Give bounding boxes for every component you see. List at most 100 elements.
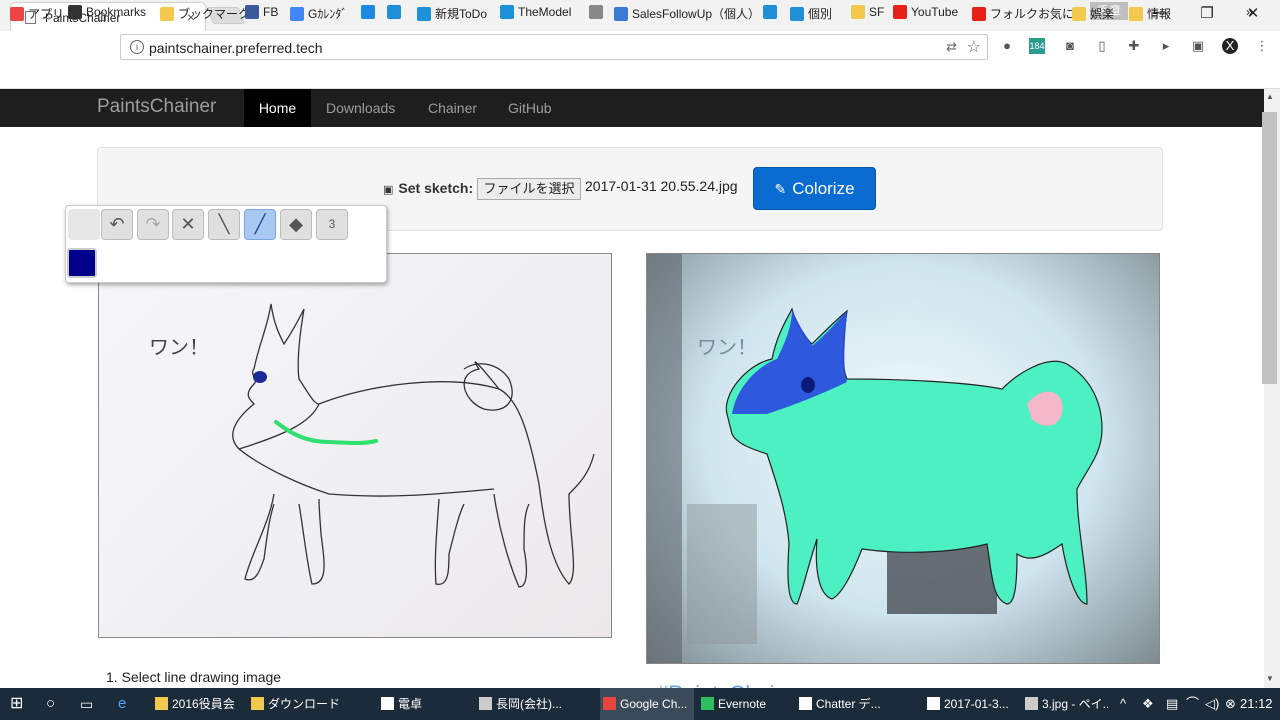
site-brand[interactable]: PaintsChainer	[97, 96, 216, 118]
bookmark-4[interactable]: Gｶﾚﾝﾀﾞ	[290, 5, 347, 22]
cloud-icon	[763, 5, 777, 19]
bookmark-17[interactable]: 情報	[1129, 5, 1171, 22]
folder-icon	[1129, 7, 1143, 21]
window-ext-icon[interactable]: ▣	[1190, 38, 1206, 54]
eraser-tool-button[interactable]: ◆	[280, 209, 312, 240]
scroll-down-icon[interactable]: ▼	[1266, 674, 1274, 683]
folder-icon	[851, 5, 865, 19]
camera-ext-icon[interactable]: ◙	[1062, 38, 1078, 54]
bookmark-6[interactable]	[387, 5, 405, 19]
taskbar-item-3[interactable]: 長岡(会社)...	[476, 688, 594, 720]
cloud-icon	[790, 7, 804, 21]
volume-tray-icon[interactable]: ◁)	[1205, 688, 1219, 720]
clear-button[interactable]: ✕	[172, 209, 204, 240]
info-icon[interactable]: i	[130, 40, 144, 54]
bookmark-star-icon[interactable]: ☆	[967, 37, 981, 57]
puzzle-ext-icon[interactable]: ✚	[1126, 38, 1142, 54]
clip-ext-icon[interactable]: ▯	[1094, 38, 1110, 54]
choose-file-button[interactable]: ファイルを選択	[477, 178, 581, 200]
bookmark-10[interactable]: SalesFollowUp（個人）	[614, 5, 760, 22]
taskbar-item-1[interactable]: ダウンロード	[248, 688, 356, 720]
maximize-button[interactable]: ❐	[1192, 4, 1222, 22]
pen-tool-button[interactable]: ╱	[244, 209, 276, 240]
nav-chainer[interactable]: Chainer	[428, 100, 477, 116]
nav-github[interactable]: GitHub	[508, 100, 552, 116]
x-ext-icon[interactable]: X	[1222, 38, 1238, 54]
app-icon	[927, 697, 940, 710]
bookmark-16[interactable]: 娯楽	[1072, 5, 1114, 22]
bookmark-2[interactable]: ブックマーク	[160, 5, 250, 22]
sketch-canvas[interactable]: ワン！	[98, 253, 612, 638]
scroll-up-icon[interactable]: ▲	[1266, 92, 1274, 101]
taskbar-item-5[interactable]: Evernote	[698, 688, 788, 720]
folder-icon	[1072, 7, 1086, 21]
taskbar-item-label: Chatter デ...	[816, 697, 881, 711]
url-text[interactable]: paintschainer.preferred.tech	[149, 40, 323, 56]
taskbar-item-6[interactable]: Chatter デ...	[796, 688, 918, 720]
bookmark-15[interactable]: フォルクお気に	[972, 5, 1074, 22]
sketch-woof-text: ワン！	[149, 335, 209, 359]
menu-icon[interactable]: ⋮	[1254, 38, 1270, 54]
dropbox-tray-icon[interactable]: ❖	[1142, 688, 1154, 720]
show-hidden-icons[interactable]: ^	[1120, 688, 1126, 720]
runner-icon	[614, 7, 628, 21]
sketch-eye	[253, 371, 267, 383]
undo-icon: ↶	[109, 214, 125, 234]
pen-size-button[interactable]: 3	[316, 209, 348, 240]
set-sketch-label: ▣ Set sketch:	[383, 180, 473, 196]
colorize-button[interactable]: ✎ Colorize	[753, 167, 876, 210]
cloud-icon	[417, 7, 431, 21]
device-tray-icon[interactable]: ▤	[1166, 688, 1178, 720]
redo-button[interactable]: ↷	[137, 209, 169, 240]
taskbar-item-8[interactable]: 3.jpg - ペイ...	[1022, 688, 1108, 720]
bookmark-label: Bookmarks	[86, 5, 147, 19]
bookmark-label: YouTube	[911, 5, 959, 19]
wifi-tray-icon[interactable]: ⌒	[1186, 688, 1199, 720]
result-woof-text: ワン！	[697, 335, 757, 359]
cortana-icon[interactable]: ○	[46, 688, 55, 720]
result-drawing: ワン！	[647, 254, 1103, 663]
close-window-button[interactable]: ✕	[1238, 4, 1268, 22]
terminal-ext-icon[interactable]: ▸	[1158, 38, 1174, 54]
app-icon	[701, 697, 714, 710]
bookmark-14[interactable]: YouTube	[893, 5, 958, 19]
clock[interactable]: 21:12	[1240, 688, 1273, 720]
taskbar-item-4[interactable]: Google Ch...	[600, 688, 694, 720]
notification-tray-icon[interactable]: ⊗	[1225, 688, 1236, 720]
bookmark-8[interactable]: TheModel	[500, 5, 571, 19]
bookmark-13[interactable]: SF	[851, 5, 884, 19]
address-bar[interactable]: i paintschainer.preferred.tech ⇄ ☆	[120, 34, 988, 60]
line-tool-button[interactable]: ╲	[208, 209, 240, 240]
taskbar-item-7[interactable]: 2017-01-3...	[924, 688, 1014, 720]
bookmark-label: ブックマーク	[178, 7, 251, 21]
colorized-result-image: ワン！	[646, 253, 1160, 664]
evernote-ext-icon[interactable]: ●	[999, 38, 1015, 54]
windows-start-icon[interactable]: ⊞	[10, 688, 23, 720]
undo-button[interactable]: ↶	[101, 209, 133, 240]
calendar-icon	[290, 7, 304, 21]
bookmark-12[interactable]: 個別	[790, 5, 832, 22]
bookmarks-overflow-button[interactable]: »	[1246, 5, 1253, 19]
bookmark-7[interactable]: 新規ToDo	[417, 5, 487, 22]
bookmark-1[interactable]: Bookmarks	[68, 5, 146, 19]
edge-icon[interactable]: e	[118, 688, 126, 720]
nav-downloads[interactable]: Downloads	[326, 100, 395, 116]
taskbar-item-0[interactable]: 2016役員会	[152, 688, 244, 720]
bookmark-9[interactable]	[589, 5, 607, 19]
bookmark-label: FB	[263, 5, 279, 19]
translate-icon[interactable]: ⇄	[946, 39, 957, 55]
bookmark-3[interactable]: FB	[245, 5, 278, 19]
nav-home[interactable]: Home	[244, 89, 311, 127]
task-view-icon[interactable]: ▭	[80, 688, 93, 720]
star-icon	[68, 5, 82, 19]
counter-ext-icon[interactable]: 184	[1029, 38, 1045, 54]
scrollbar-thumb[interactable]	[1262, 112, 1277, 384]
bookmark-0[interactable]: アプリ	[10, 5, 64, 22]
taskbar-item-2[interactable]: 電卓	[378, 688, 450, 720]
pen-color-swatch[interactable]	[67, 248, 97, 278]
bookmark-11[interactable]	[763, 5, 781, 19]
bookmark-5[interactable]	[361, 5, 379, 19]
palette-blank-slot	[68, 209, 100, 240]
bookmark-label: TheModel	[518, 5, 572, 19]
taskbar-item-label: ダウンロード	[268, 697, 341, 711]
